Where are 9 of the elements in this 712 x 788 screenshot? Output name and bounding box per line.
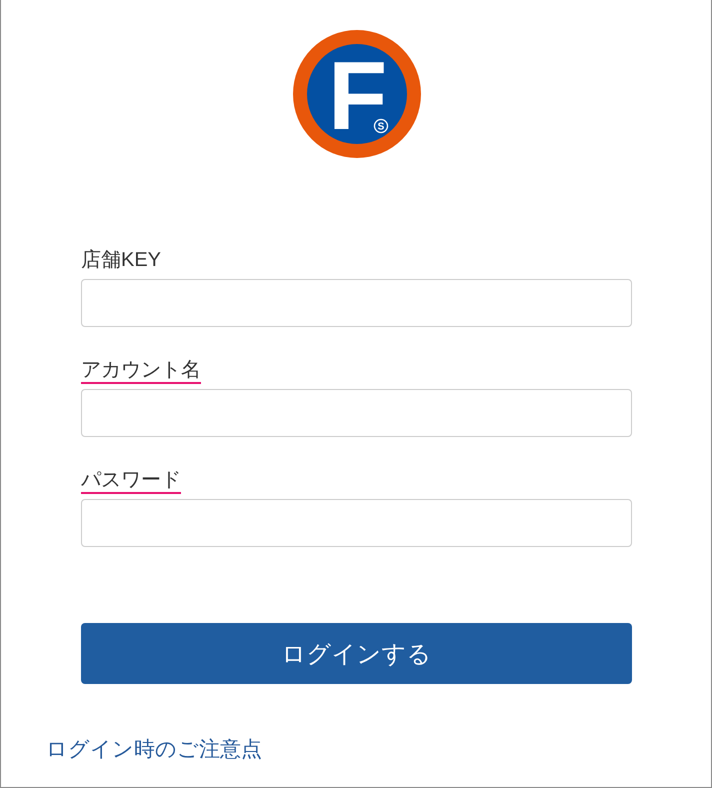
logo: FS (293, 30, 421, 158)
input-field[interactable] (81, 389, 632, 437)
field-label: 店舗KEY (81, 248, 162, 273)
input-field[interactable] (81, 279, 632, 327)
input-field[interactable] (81, 499, 632, 547)
field-label: アカウント名 (81, 358, 201, 384)
field-label: パスワード (81, 468, 181, 494)
notice-link[interactable]: ログイン時のご注意点 (46, 738, 262, 762)
login-button[interactable]: ログインする (81, 623, 632, 684)
